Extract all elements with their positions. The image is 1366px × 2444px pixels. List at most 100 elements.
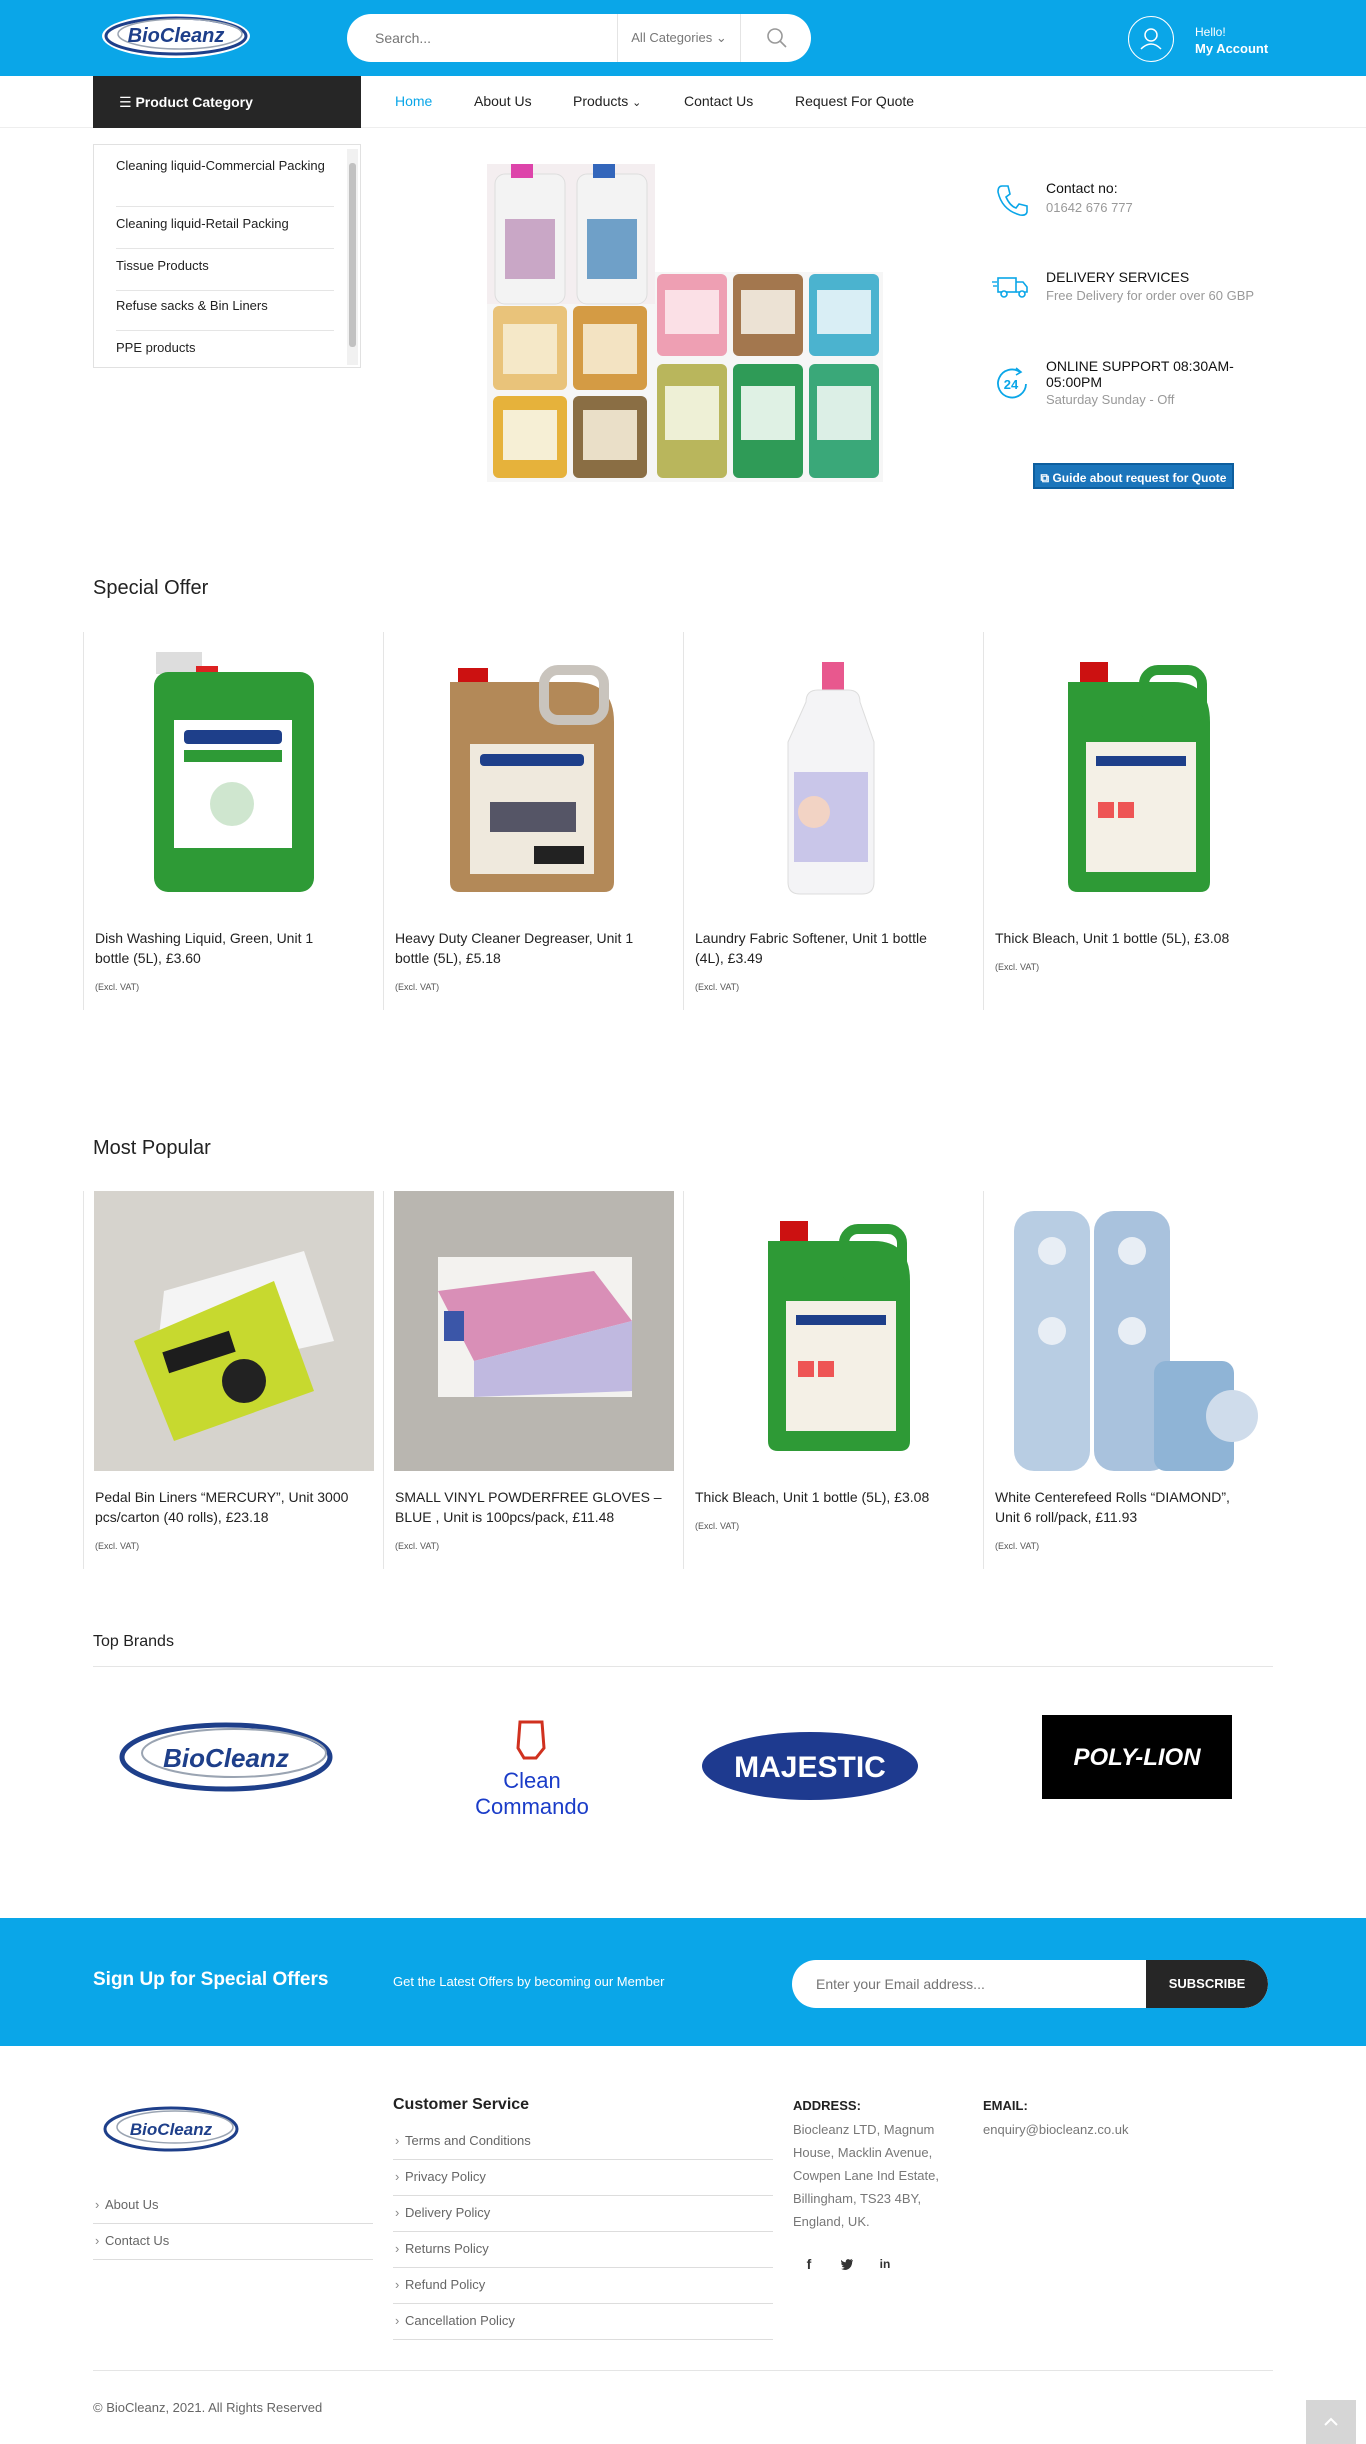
category-select[interactable]: All Categories ⌄ (617, 14, 741, 62)
nav-request-quote[interactable]: Request For Quote (795, 76, 914, 128)
product-card[interactable]: SMALL VINYL POWDERFREE GLOVES – BLUE , U… (383, 1191, 683, 1569)
category-item[interactable]: Refuse sacks & Bin Liners (116, 297, 334, 331)
external-link-icon: ⧉ (1040, 471, 1050, 485)
copyright: © BioCleanz, 2021. All Rights Reserved (93, 2400, 323, 2415)
product-vat-note: (Excl. VAT) (395, 1541, 440, 1551)
email-title: EMAIL: (983, 2098, 1028, 2113)
product-vat-note: (Excl. VAT) (695, 1521, 740, 1531)
product-image[interactable] (994, 632, 1274, 912)
dropdown-scrollbar[interactable] (347, 149, 358, 365)
footer-link-terms[interactable]: Terms and Conditions (393, 2124, 773, 2160)
guide-quote-button[interactable]: ⧉ Guide about request for Quote (1033, 463, 1234, 489)
product-title-line1[interactable]: Thick Bleach, Unit 1 bottle (5L), £3.08 (995, 928, 1270, 948)
product-category-toggle[interactable]: ☰ Product Category (93, 76, 361, 128)
account-link[interactable]: Hello! My Account (1128, 16, 1278, 62)
product-title-line1[interactable]: Heavy Duty Cleaner Degreaser, Unit 1 (395, 928, 670, 948)
nav-about-us[interactable]: About Us (474, 76, 532, 128)
product-image[interactable] (394, 632, 674, 912)
product-card[interactable]: Dish Washing Liquid, Green, Unit 1 bottl… (83, 632, 383, 1010)
account-label: My Account (1195, 41, 1269, 56)
product-card[interactable]: White Centerefeed Rolls “DIAMOND”, Unit … (983, 1191, 1283, 1569)
nav-products[interactable]: Products ⌄ (573, 76, 641, 128)
svg-text:MAJESTIC: MAJESTIC (734, 1751, 886, 1784)
contact-title: Contact no: (1046, 180, 1118, 196)
footer-link-refund[interactable]: Refund Policy (393, 2268, 773, 2304)
brand-logo-biocleanz[interactable]: BioCleanz (118, 1721, 344, 1793)
newsletter-form: SUBSCRIBE (792, 1960, 1268, 2008)
product-card[interactable]: Thick Bleach, Unit 1 bottle (5L), £3.08 … (683, 1191, 983, 1569)
chevron-down-icon: ⌄ (632, 97, 642, 109)
footer-link-contact-us[interactable]: Contact Us (93, 2224, 373, 2260)
address-line: Biocleanz LTD, Magnum (793, 2122, 935, 2137)
search-icon[interactable] (765, 26, 789, 50)
support-title-line2: 05:00PM (1046, 374, 1103, 390)
category-item[interactable]: Tissue Products (116, 257, 334, 291)
footer-link-delivery[interactable]: Delivery Policy (393, 2196, 773, 2232)
product-image[interactable] (94, 632, 374, 912)
footer-link-about-us[interactable]: About Us (93, 2188, 373, 2224)
product-card[interactable]: Thick Bleach, Unit 1 bottle (5L), £3.08 … (983, 632, 1283, 1010)
product-vat-note: (Excl. VAT) (695, 982, 740, 992)
support-24h-icon: 24 (997, 367, 1027, 399)
product-title-line2[interactable]: Unit 6 roll/pack, £11.93 (995, 1507, 1270, 1527)
product-vat-note: (Excl. VAT) (995, 1541, 1040, 1551)
product-vat-note: (Excl. VAT) (395, 982, 440, 992)
product-title-line1[interactable]: Dish Washing Liquid, Green, Unit 1 (95, 928, 370, 948)
footer-link-returns[interactable]: Returns Policy (393, 2232, 773, 2268)
menu-icon: ☰ (119, 94, 132, 110)
product-image[interactable] (994, 1191, 1274, 1471)
product-image[interactable] (694, 1191, 974, 1471)
address-line: Cowpen Lane Ind Estate, (793, 2168, 939, 2183)
address-line: House, Macklin Avenue, (793, 2145, 933, 2160)
footer-link-cancellation[interactable]: Cancellation Policy (393, 2304, 773, 2340)
address-line: England, UK. (793, 2214, 870, 2229)
nav-contact-us[interactable]: Contact Us (684, 76, 753, 128)
product-image[interactable] (394, 1191, 674, 1471)
product-vat-note: (Excl. VAT) (95, 1541, 140, 1551)
nav-home[interactable]: Home (395, 76, 432, 128)
search-input[interactable] (375, 28, 595, 48)
contact-number[interactable]: 01642 676 777 (1046, 200, 1133, 215)
product-image[interactable] (694, 632, 974, 912)
product-title-line2[interactable]: (4L), £3.49 (695, 948, 970, 968)
product-card[interactable]: Heavy Duty Cleaner Degreaser, Unit 1 bot… (383, 632, 683, 1010)
product-card[interactable]: Laundry Fabric Softener, Unit 1 bottle (… (683, 632, 983, 1010)
address-line: Billingham, TS23 4BY, (793, 2191, 922, 2206)
product-title-line1[interactable]: Thick Bleach, Unit 1 bottle (5L), £3.08 (695, 1487, 970, 1507)
product-card[interactable]: Pedal Bin Liners “MERCURY”, Unit 3000 pc… (83, 1191, 383, 1569)
product-title-line2[interactable]: pcs/carton (40 rolls), £23.18 (95, 1507, 370, 1527)
scrollbar-thumb[interactable] (349, 163, 356, 347)
brand-logo-majestic[interactable]: MAJESTIC (700, 1730, 920, 1802)
brand-logo-poly-lion[interactable]: POLY-LION (1042, 1715, 1232, 1799)
svg-text:Clean: Clean (503, 1768, 560, 1793)
brand-logo-clean-commando[interactable]: Clean Commando (462, 1718, 602, 1822)
brands-divider (93, 1666, 1273, 1667)
product-title-line1[interactable]: SMALL VINYL POWDERFREE GLOVES – (395, 1487, 670, 1507)
site-logo[interactable]: BioCleanz (100, 12, 252, 60)
top-brands-title: Top Brands (93, 1633, 174, 1650)
facebook-icon[interactable]: f (799, 2254, 819, 2274)
product-title-line1[interactable]: Laundry Fabric Softener, Unit 1 bottle (695, 928, 970, 948)
category-item[interactable]: Cleaning liquid-Commercial Packing (116, 157, 334, 207)
scroll-to-top-button[interactable] (1306, 2400, 1356, 2444)
linkedin-icon[interactable]: in (875, 2254, 895, 2274)
product-title-line2[interactable]: bottle (5L), £5.18 (395, 948, 670, 968)
category-select-label: All Categories (631, 30, 713, 45)
footer-divider (93, 2370, 1273, 2371)
subscribe-button[interactable]: SUBSCRIBE (1146, 1960, 1268, 2008)
product-title-line1[interactable]: White Centerefeed Rolls “DIAMOND”, (995, 1487, 1270, 1507)
product-title-line1[interactable]: Pedal Bin Liners “MERCURY”, Unit 3000 (95, 1487, 370, 1507)
newsletter-email-input[interactable] (816, 1974, 1146, 1994)
product-image[interactable] (94, 1191, 374, 1471)
special-offer-title: Special Offer (93, 577, 209, 599)
footer-link-privacy[interactable]: Privacy Policy (393, 2160, 773, 2196)
footer-logo[interactable]: BioCleanz (102, 2104, 240, 2154)
category-item[interactable]: PPE products (116, 339, 334, 363)
most-popular-title: Most Popular (93, 1137, 211, 1159)
newsletter-title: Sign Up for Special Offers (93, 1969, 329, 1990)
product-title-line2[interactable]: BLUE , Unit is 100pcs/pack, £11.48 (395, 1507, 670, 1527)
twitter-icon[interactable] (837, 2254, 857, 2274)
category-item[interactable]: Cleaning liquid-Retail Packing (116, 215, 334, 249)
email-link[interactable]: enquiry@biocleanz.co.uk (983, 2118, 1128, 2141)
product-title-line2[interactable]: bottle (5L), £3.60 (95, 948, 370, 968)
